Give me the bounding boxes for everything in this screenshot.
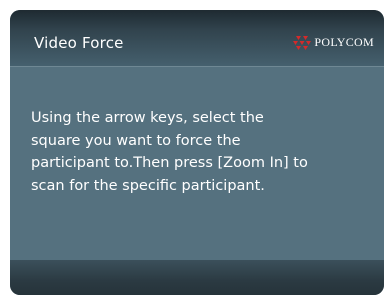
dialog-title: Video Force — [34, 34, 124, 52]
video-force-dialog: Video Force POLYCOM Using the arrow keys… — [10, 10, 384, 295]
instruction-text: Using the arrow keys, select the square … — [31, 110, 308, 194]
background-frame: Video Force POLYCOM Using the arrow keys… — [0, 0, 390, 298]
dialog-header: Video Force POLYCOM — [10, 10, 384, 66]
brand-name: POLYCOM — [314, 35, 374, 49]
dialog-body: Using the arrow keys, select the square … — [10, 67, 384, 260]
brand-logo: POLYCOM — [293, 35, 374, 50]
polycom-logo-icon — [293, 35, 312, 50]
dialog-footer — [10, 260, 384, 295]
